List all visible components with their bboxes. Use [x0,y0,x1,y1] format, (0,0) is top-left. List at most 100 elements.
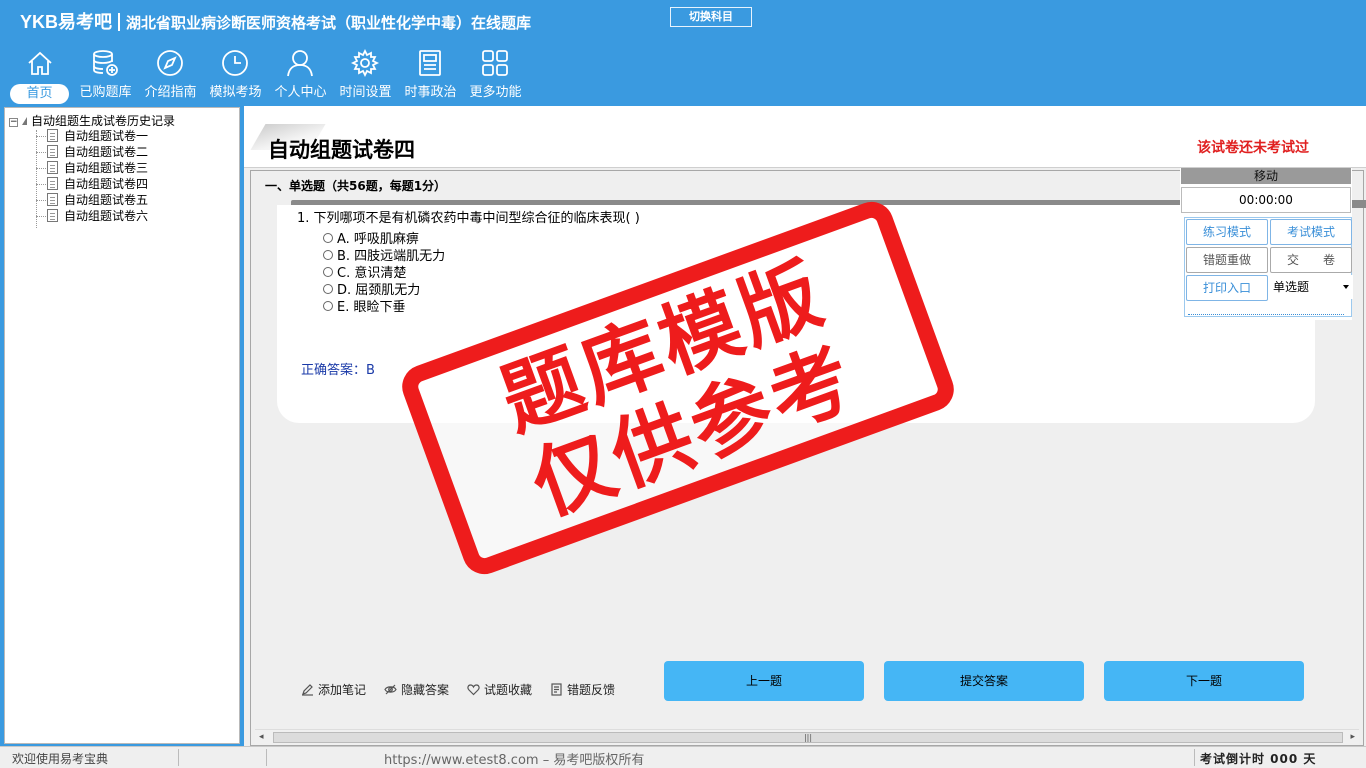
radio-button[interactable] [323,267,333,277]
status-bar: 欢迎使用易考宝典 https://www.etest8.com – 易考吧版权所… [0,746,1366,768]
tree-item-label: 自动组题试卷五 [64,193,149,207]
tree-item-label: 自动组题试卷一 [64,129,149,143]
status-divider [178,749,179,766]
tree-item-label: 自动组题试卷三 [64,161,149,175]
tree-item-paper-6[interactable]: 自动组题试卷六 [47,208,148,224]
nav-label: 时事政治 [404,85,457,100]
hand-in-button[interactable]: 交 卷 [1270,247,1352,273]
copyright-url: https://www.etest8.com – 易考吧版权所有 [384,753,645,768]
hide-answer-button[interactable]: 隐藏答案 [384,681,449,698]
brand-separator [118,13,121,31]
tree-guide-line [36,216,46,217]
option-a[interactable]: A. 呼吸肌麻痹 [323,228,419,247]
nav-label: 已购题库 [79,85,132,100]
tree-guide-line [36,136,46,137]
tree-item-paper-3[interactable]: 自动组题试卷三 [47,160,148,176]
radio-button[interactable] [323,301,333,311]
document-icon [47,129,58,142]
tool-label: 隐藏答案 [401,683,450,697]
correct-answer: 正确答案：B [301,363,375,378]
nav-purchased[interactable]: 已购题库 [73,46,138,106]
app-logo: YKB易考吧 [20,12,113,32]
nav-more[interactable]: 更多功能 [463,46,528,106]
tree-item-label: 自动组题试卷二 [64,145,149,159]
home-icon [28,51,52,75]
option-c[interactable]: C. 意识清楚 [323,262,406,281]
option-label: E. 眼睑下垂 [337,300,406,315]
nav-guide[interactable]: 介绍指南 [138,46,203,106]
next-question-button[interactable]: 下一题 [1104,661,1304,701]
practice-mode-button[interactable]: 练习模式 [1186,219,1268,245]
brand: YKB易考吧 湖北省职业病诊断医师资格考试（职业性化学中毒）在线题库 [20,8,531,34]
radio-button[interactable] [323,284,333,294]
tree-item-paper-5[interactable]: 自动组题试卷五 [47,192,148,208]
control-buttons: 练习模式 考试模式 错题重做 交 卷 打印入口 单选题 [1184,217,1353,317]
paper-status: 该试卷还未考试过 [1197,140,1309,156]
heart-icon [467,684,480,696]
prev-question-button[interactable]: 上一题 [664,661,864,701]
radio-button[interactable] [323,250,333,260]
scroll-left-icon[interactable]: ◂ [259,732,264,742]
tree-item-paper-4[interactable]: 自动组题试卷四 [47,176,148,192]
nav-label: 时间设置 [339,85,392,100]
add-note-button[interactable]: 添加笔记 [301,681,366,698]
document-icon [47,177,58,190]
nav-time-settings[interactable]: 时间设置 [333,46,398,106]
nav-home[interactable]: 首页 [8,46,73,106]
tree-item-paper-1[interactable]: 自动组题试卷一 [47,128,148,144]
tree-guide-line [36,168,46,169]
clock-icon [222,50,248,76]
paper-title: 自动组题试卷四 [268,138,415,162]
tool-label: 添加笔记 [318,683,367,697]
favorite-button[interactable]: 试题收藏 [467,681,532,698]
paper-header: 自动组题试卷四 该试卷还未考试过 [244,106,1366,168]
tree-guide-line [36,130,37,228]
redo-wrong-button[interactable]: 错题重做 [1186,247,1268,273]
question-text: 1. 下列哪项不是有机磷农药中毒中间型综合征的临床表现( ) [297,211,640,226]
news-icon [419,50,441,76]
document-icon [47,193,58,206]
radio-button[interactable] [323,233,333,243]
nav-current-affairs[interactable]: 时事政治 [398,46,463,106]
nav-label: 更多功能 [469,85,522,100]
exam-timer: 00:00:00 [1181,187,1351,213]
tree-root[interactable]: − 自动组题生成试卷历史记录 [9,112,175,128]
tree-item-label: 自动组题试卷六 [64,209,149,223]
question-tools: 添加笔记 隐藏答案 试题收藏 错题反馈 [301,681,615,698]
nav-mock-exam[interactable]: 模拟考场 [203,46,268,106]
horizontal-scrollbar[interactable]: ◂ ||| ▸ [255,729,1359,745]
tree-item-paper-2[interactable]: 自动组题试卷二 [47,144,148,160]
tool-label: 试题收藏 [484,683,533,697]
pencil-icon [302,684,313,696]
document-icon [47,145,58,158]
scroll-right-icon[interactable]: ▸ [1350,732,1355,742]
option-b[interactable]: B. 四肢远端肌无力 [323,245,445,264]
move-handle[interactable]: 移动 [1181,168,1351,184]
grid-icon [482,50,508,76]
nav-label: 个人中心 [274,85,327,100]
scroll-thumb[interactable]: ||| [273,732,1343,743]
user-icon [287,50,313,77]
tool-label: 错题反馈 [567,683,616,697]
exam-countdown: 考试倒计时 000 天 [1200,752,1317,766]
exam-mode-button[interactable]: 考试模式 [1270,219,1352,245]
welcome-text: 欢迎使用易考宝典 [12,752,109,766]
nav-profile[interactable]: 个人中心 [268,46,333,106]
panel-resize-line [1188,314,1344,315]
print-button[interactable]: 打印入口 [1186,275,1268,301]
compass-icon [157,50,183,76]
error-feedback-button[interactable]: 错题反馈 [550,681,615,698]
document-icon [47,209,58,222]
app-title: 湖北省职业病诊断医师资格考试（职业性化学中毒）在线题库 [126,14,532,32]
tree-guide-line [36,184,46,185]
option-e[interactable]: E. 眼睑下垂 [323,296,406,315]
submit-answer-button[interactable]: 提交答案 [884,661,1084,701]
option-d[interactable]: D. 屈颈肌无力 [323,279,420,298]
collapse-icon[interactable]: − [9,118,18,127]
select-value: 单选题 [1273,280,1310,294]
status-divider [1194,749,1195,766]
question-type-select[interactable]: 单选题 [1271,275,1353,299]
section-title: 一、单选题（共56题，每题1分） [265,179,447,193]
feedback-icon [551,683,562,696]
switch-subject-button[interactable]: 切换科目 [670,7,752,27]
